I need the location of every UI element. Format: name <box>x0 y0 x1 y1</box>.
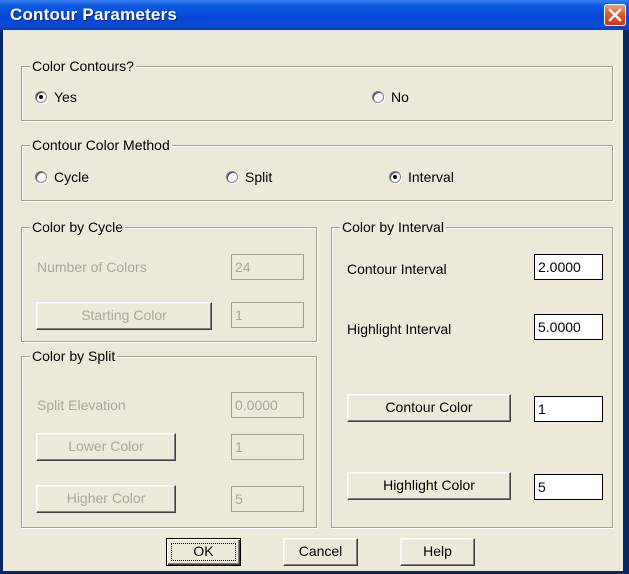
title-bar[interactable]: Contour Parameters <box>0 0 629 30</box>
lower-color-field[interactable]: 1 <box>231 434 304 460</box>
focus-rectangle <box>171 543 236 561</box>
lower-color-button[interactable]: Lower Color <box>36 433 176 461</box>
color-by-cycle-group: Color by Cycle Number of Colors 24 Start… <box>21 219 317 342</box>
color-contours-group: Color Contours? Yes No <box>21 58 613 121</box>
color-by-interval-legend: Color by Interval <box>340 219 446 235</box>
highlight-color-button[interactable]: Highlight Color <box>347 472 511 500</box>
split-elevation-field[interactable]: 0.0000 <box>231 392 304 418</box>
dialog-window: Contour Parameters Color Contours? Yes N… <box>0 0 629 574</box>
higher-color-button[interactable]: Higher Color <box>36 485 176 513</box>
contour-color-field[interactable]: 1 <box>534 396 603 422</box>
higher-color-field[interactable]: 5 <box>231 486 304 512</box>
dialog-body: Color Contours? Yes No Contour Color Met… <box>3 30 623 571</box>
split-radio[interactable] <box>226 171 238 183</box>
close-button[interactable] <box>604 4 626 26</box>
cancel-button[interactable]: Cancel <box>283 538 358 566</box>
contour-interval-label: Contour Interval <box>347 261 447 277</box>
split-label[interactable]: Split <box>245 168 272 186</box>
window-title: Contour Parameters <box>10 5 178 24</box>
yes-radio[interactable] <box>35 91 47 103</box>
cycle-radio[interactable] <box>35 171 47 183</box>
color-by-split-group: Color by Split Split Elevation 0.0000 Lo… <box>21 348 317 528</box>
highlight-interval-field[interactable]: 5.0000 <box>534 314 603 340</box>
contour-color-button[interactable]: Contour Color <box>347 394 511 422</box>
contour-color-method-legend: Contour Color Method <box>30 137 172 153</box>
help-button[interactable]: Help <box>400 538 475 566</box>
yes-label[interactable]: Yes <box>54 88 77 106</box>
contour-interval-field[interactable]: 2.0000 <box>534 254 603 280</box>
interval-label[interactable]: Interval <box>408 168 454 186</box>
color-by-split-legend: Color by Split <box>30 348 118 364</box>
starting-color-button[interactable]: Starting Color <box>36 302 212 330</box>
radio-selected-dot <box>39 95 43 99</box>
radio-selected-dot <box>393 175 397 179</box>
interval-radio[interactable] <box>389 171 401 183</box>
no-radio[interactable] <box>372 91 384 103</box>
starting-color-field[interactable]: 1 <box>231 302 304 328</box>
no-label[interactable]: No <box>391 88 409 106</box>
contour-color-method-group: Contour Color Method Cycle Split Interva… <box>21 137 613 201</box>
color-contours-legend: Color Contours? <box>30 58 136 74</box>
highlight-color-field[interactable]: 5 <box>534 474 603 500</box>
color-by-cycle-legend: Color by Cycle <box>30 219 126 235</box>
number-of-colors-label: Number of Colors <box>37 259 147 275</box>
close-icon <box>608 8 622 22</box>
ok-button[interactable]: OK <box>166 538 241 566</box>
number-of-colors-field[interactable]: 24 <box>231 254 304 280</box>
color-by-interval-group: Color by Interval Contour Interval 2.000… <box>331 219 613 528</box>
highlight-interval-label: Highlight Interval <box>347 321 452 337</box>
split-elevation-label: Split Elevation <box>37 397 126 413</box>
cycle-label[interactable]: Cycle <box>54 168 89 186</box>
